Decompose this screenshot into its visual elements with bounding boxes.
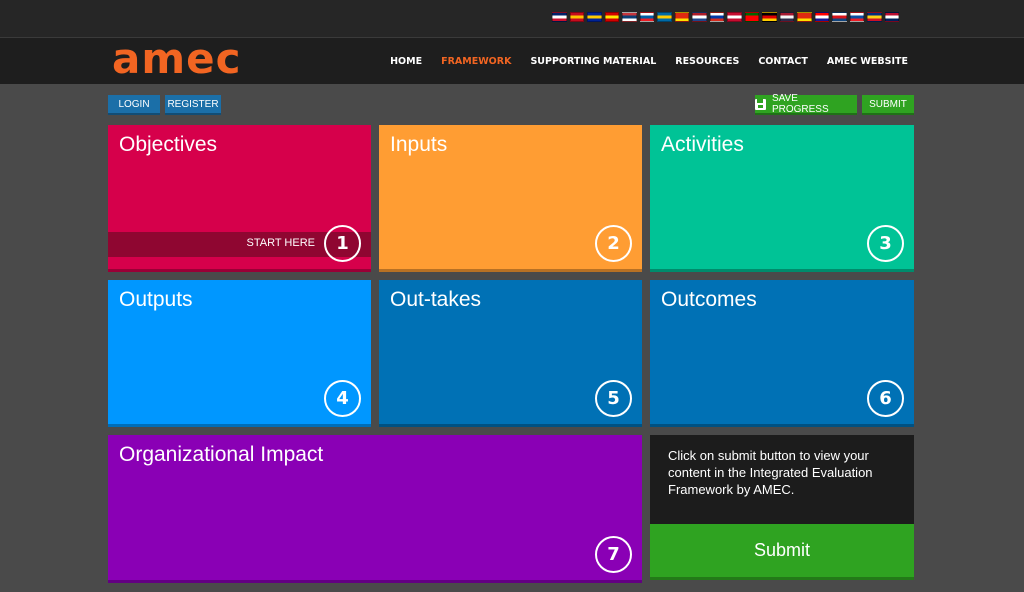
floppy-disk-icon (755, 98, 766, 110)
tile-title: Outputs (119, 288, 193, 311)
step-number-badge: 3 (867, 225, 904, 262)
czech-flag-icon[interactable] (832, 12, 847, 22)
portugal-flag-icon[interactable] (744, 12, 759, 22)
netherlands-flag-icon[interactable] (692, 12, 707, 22)
tile-title: Out-takes (390, 288, 482, 311)
tile-organizational-impact[interactable]: Organizational Impact 7 (108, 435, 642, 583)
login-button[interactable]: LOGIN (108, 95, 160, 115)
slovenia-flag-icon[interactable] (639, 12, 654, 22)
serbia-flag-icon[interactable] (622, 12, 637, 22)
site-header: amec HOME FRAMEWORK SUPPORTING MATERIAL … (0, 34, 1024, 84)
china-flag-icon-2[interactable] (797, 12, 812, 22)
register-button[interactable]: REGISTER (165, 95, 221, 115)
submit-info-panel: Click on submit button to view your cont… (650, 435, 914, 524)
bosnia-flag-icon[interactable] (587, 12, 602, 22)
nav-amec-website[interactable]: AMEC WEBSITE (827, 56, 908, 67)
tile-title: Objectives (119, 133, 218, 156)
tile-title: Organizational Impact (119, 443, 324, 466)
spain-flag-icon[interactable] (569, 12, 584, 22)
step-number-badge: 2 (595, 225, 632, 262)
sweden-flag-icon[interactable] (657, 12, 672, 22)
submit-button-top[interactable]: SUBMIT (862, 95, 914, 115)
save-progress-label: SAVE PROGRESS (771, 93, 829, 115)
tile-title: Outcomes (661, 288, 757, 311)
step-number-badge: 1 (324, 225, 361, 262)
tile-inputs[interactable]: Inputs 2 (379, 125, 642, 272)
tile-title: Activities (661, 133, 744, 156)
nav-home[interactable]: HOME (390, 56, 422, 67)
nav-resources[interactable]: RESOURCES (675, 56, 739, 67)
uk-flag-icon[interactable] (552, 12, 567, 22)
tile-objectives[interactable]: Objectives START HERE 1 (108, 125, 371, 272)
step-number-badge: 7 (595, 536, 632, 573)
step-number-badge: 4 (324, 380, 361, 417)
norway-flag-icon[interactable] (884, 12, 899, 22)
start-here-label: START HERE (246, 237, 315, 249)
romania-flag-icon[interactable] (867, 12, 882, 22)
tile-out-takes[interactable]: Out-takes 5 (379, 280, 642, 427)
thailand-flag-icon[interactable] (779, 12, 794, 22)
russia-flag-icon[interactable] (709, 12, 724, 22)
step-number-badge: 5 (595, 380, 632, 417)
submit-info-text: Click on submit button to view your cont… (668, 448, 873, 497)
language-bar (0, 0, 1024, 37)
main-nav: HOME FRAMEWORK SUPPORTING MATERIAL RESOU… (390, 38, 908, 84)
tile-outputs[interactable]: Outputs 4 (108, 280, 371, 427)
tile-activities[interactable]: Activities 3 (650, 125, 914, 272)
tile-outcomes[interactable]: Outcomes 6 (650, 280, 914, 427)
nav-supporting-material[interactable]: SUPPORTING MATERIAL (530, 56, 656, 67)
nav-framework[interactable]: FRAMEWORK (441, 56, 511, 67)
language-flags (552, 12, 899, 22)
submit-button[interactable]: Submit (650, 524, 914, 580)
slovakia-flag-icon[interactable] (849, 12, 864, 22)
germany-flag-icon[interactable] (762, 12, 777, 22)
denmark-flag-icon[interactable] (727, 12, 742, 22)
china-flag-icon[interactable] (674, 12, 689, 22)
macedonia-flag-icon[interactable] (604, 12, 619, 22)
tile-title: Inputs (390, 133, 448, 156)
croatia-flag-icon[interactable] (814, 12, 829, 22)
save-progress-button[interactable]: SAVE PROGRESS (755, 93, 857, 115)
nav-contact[interactable]: CONTACT (758, 56, 808, 67)
step-number-badge: 6 (867, 380, 904, 417)
amec-logo[interactable]: amec (112, 33, 242, 85)
